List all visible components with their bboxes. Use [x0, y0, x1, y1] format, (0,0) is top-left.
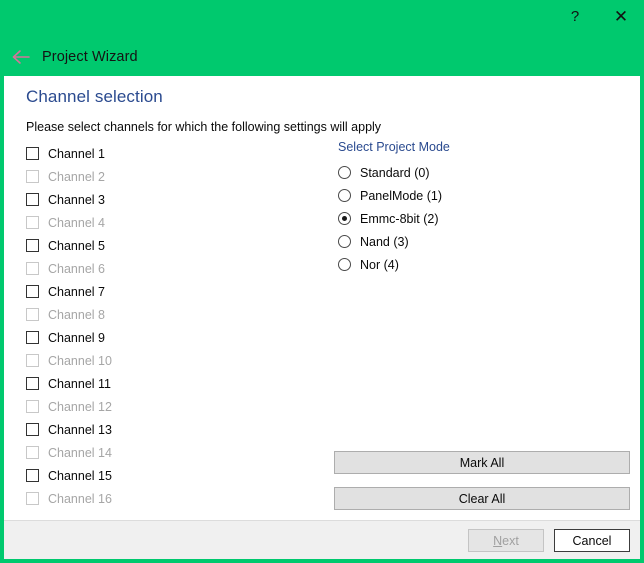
radio-emmc8bit[interactable] [338, 212, 351, 225]
channel-label-3: Channel 3 [48, 192, 105, 207]
channel-row-8: Channel 8 [26, 303, 206, 326]
channel-label-4: Channel 4 [48, 215, 105, 230]
project-mode-option-nor[interactable]: Nor (4) [338, 253, 564, 276]
channel-checkbox-14 [26, 446, 39, 459]
project-mode-label-nor: Nor (4) [360, 257, 399, 272]
clear-all-button[interactable]: Clear All [334, 487, 630, 510]
channel-row-4: Channel 4 [26, 211, 206, 234]
project-mode-label-standard: Standard (0) [360, 165, 430, 180]
channel-checkbox-10 [26, 354, 39, 367]
wizard-content: Channel selection Please select channels… [4, 76, 640, 520]
cancel-button[interactable]: Cancel [554, 529, 630, 552]
channel-label-8: Channel 8 [48, 307, 105, 322]
channel-row-13[interactable]: Channel 13 [26, 418, 206, 441]
mark-all-button[interactable]: Mark All [334, 451, 630, 474]
project-mode-label-nand: Nand (3) [360, 234, 409, 249]
channel-checkbox-11[interactable] [26, 377, 39, 390]
channel-checkbox-4 [26, 216, 39, 229]
channel-checkbox-16 [26, 492, 39, 505]
channel-row-10: Channel 10 [26, 349, 206, 372]
channel-label-13: Channel 13 [48, 422, 112, 437]
radio-standard[interactable] [338, 166, 351, 179]
channel-row-3[interactable]: Channel 3 [26, 188, 206, 211]
radio-nor[interactable] [338, 258, 351, 271]
project-mode-option-standard[interactable]: Standard (0) [338, 161, 564, 184]
channel-row-6: Channel 6 [26, 257, 206, 280]
channel-checkbox-5[interactable] [26, 239, 39, 252]
channel-row-12: Channel 12 [26, 395, 206, 418]
project-mode-option-panelmode[interactable]: PanelMode (1) [338, 184, 564, 207]
page-title: Channel selection [26, 87, 163, 106]
page-instruction: Please select channels for which the fol… [26, 120, 382, 134]
wizard-panel: Channel selection Please select channels… [4, 76, 640, 559]
channel-label-15: Channel 15 [48, 468, 112, 483]
channel-checkbox-6 [26, 262, 39, 275]
channel-checkbox-15[interactable] [26, 469, 39, 482]
channel-row-9[interactable]: Channel 9 [26, 326, 206, 349]
project-mode-label-emmc8bit: Emmc-8bit (2) [360, 211, 439, 226]
channel-row-11[interactable]: Channel 11 [26, 372, 206, 395]
channel-label-1: Channel 1 [48, 146, 105, 161]
channel-label-12: Channel 12 [48, 399, 112, 414]
channel-label-2: Channel 2 [48, 169, 105, 184]
project-mode-title: Select Project Mode [338, 140, 450, 154]
channel-row-16: Channel 16 [26, 487, 206, 510]
channel-label-10: Channel 10 [48, 353, 112, 368]
window-controls: ? ✕ [552, 0, 644, 32]
channel-label-5: Channel 5 [48, 238, 105, 253]
wizard-nav: Project Wizard [0, 42, 138, 72]
channel-checkbox-3[interactable] [26, 193, 39, 206]
wizard-title: Project Wizard [42, 49, 138, 65]
channel-label-16: Channel 16 [48, 491, 112, 506]
radio-panelmode[interactable] [338, 189, 351, 202]
project-mode-label-panelmode: PanelMode (1) [360, 188, 442, 203]
close-icon[interactable]: ✕ [598, 0, 644, 32]
channel-row-14: Channel 14 [26, 441, 206, 464]
next-button-label-rest: ext [502, 533, 519, 548]
channel-list: Channel 1 Channel 2 Channel 3 Channel 4 … [26, 142, 206, 510]
footer-button-group: Next Cancel [468, 529, 630, 552]
bulk-action-buttons: Mark All Clear All [334, 451, 630, 510]
channel-row-1[interactable]: Channel 1 [26, 142, 206, 165]
channel-label-11: Channel 11 [48, 376, 112, 391]
channel-checkbox-9[interactable] [26, 331, 39, 344]
title-bar: ? ✕ Project Wizard [0, 0, 644, 76]
dialog-footer: Next Cancel [4, 520, 640, 559]
channel-row-2: Channel 2 [26, 165, 206, 188]
channel-row-5[interactable]: Channel 5 [26, 234, 206, 257]
channel-checkbox-8 [26, 308, 39, 321]
channel-label-6: Channel 6 [48, 261, 105, 276]
project-mode-option-emmc8bit[interactable]: Emmc-8bit (2) [338, 207, 564, 230]
back-arrow-icon[interactable] [6, 49, 36, 65]
channel-label-14: Channel 14 [48, 445, 112, 460]
channel-checkbox-7[interactable] [26, 285, 39, 298]
radio-nand[interactable] [338, 235, 351, 248]
channel-label-9: Channel 9 [48, 330, 105, 345]
next-button-mnemonic: N [493, 533, 503, 548]
channel-checkbox-12 [26, 400, 39, 413]
project-mode-group: Select Project Mode Standard (0) PanelMo… [334, 140, 564, 276]
help-icon[interactable]: ? [552, 0, 598, 32]
channel-row-7[interactable]: Channel 7 [26, 280, 206, 303]
project-mode-option-nand[interactable]: Nand (3) [338, 230, 564, 253]
channel-label-7: Channel 7 [48, 284, 105, 299]
next-button[interactable]: Next [468, 529, 544, 552]
channel-checkbox-2 [26, 170, 39, 183]
channel-row-15[interactable]: Channel 15 [26, 464, 206, 487]
channel-checkbox-13[interactable] [26, 423, 39, 436]
project-wizard-window: ? ✕ Project Wizard Channel selection Ple… [0, 0, 644, 563]
channel-checkbox-1[interactable] [26, 147, 39, 160]
